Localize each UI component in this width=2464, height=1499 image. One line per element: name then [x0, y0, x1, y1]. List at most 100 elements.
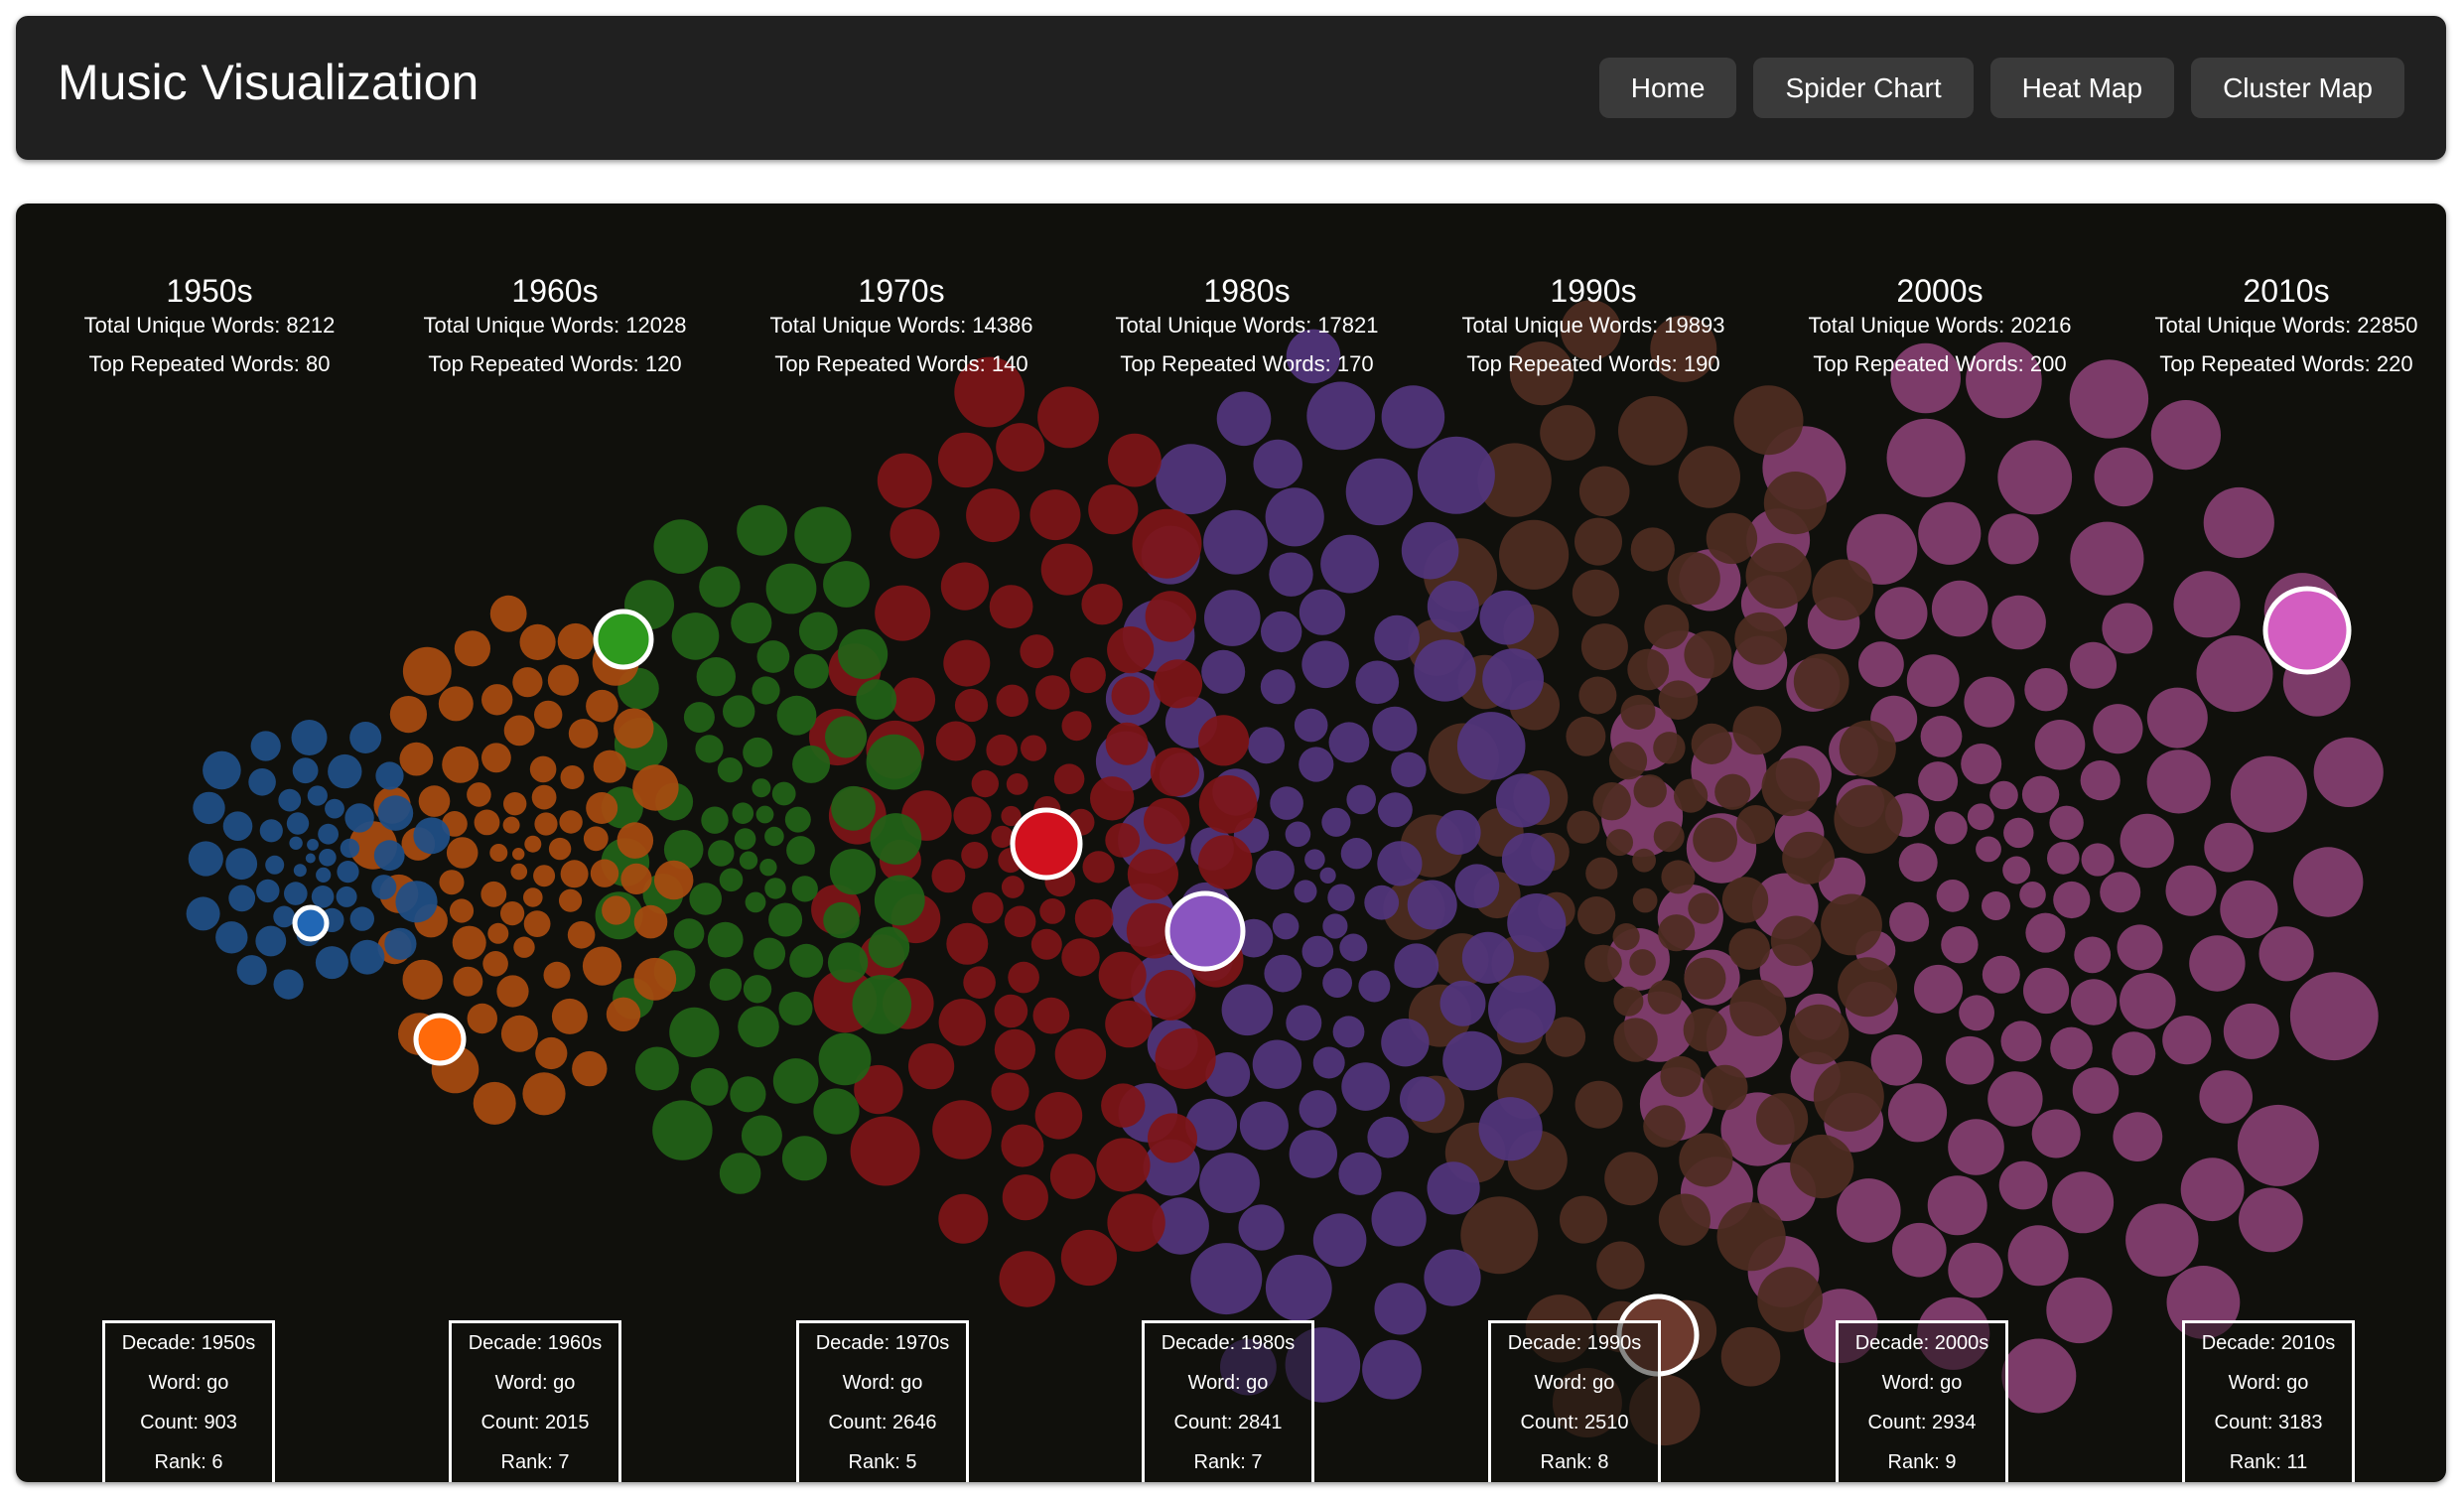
word-bubble[interactable]	[1540, 405, 1595, 461]
word-bubble[interactable]	[1029, 489, 1081, 541]
word-bubble[interactable]	[1001, 876, 1025, 898]
word-bubble[interactable]	[745, 891, 766, 913]
word-bubble[interactable]	[1355, 660, 1400, 705]
word-bubble[interactable]	[1340, 838, 1373, 870]
word-bubble[interactable]	[1920, 716, 1963, 757]
word-bubble[interactable]	[325, 798, 344, 819]
word-bubble[interactable]	[755, 805, 774, 824]
word-bubble[interactable]	[890, 508, 940, 559]
word-bubble[interactable]	[868, 926, 910, 969]
word-bubble[interactable]	[1714, 773, 1751, 810]
word-bubble[interactable]	[764, 826, 784, 847]
word-bubble[interactable]	[753, 937, 786, 970]
word-bubble[interactable]	[2094, 447, 2153, 507]
word-bubble[interactable]	[1238, 1204, 1285, 1251]
word-bubble[interactable]	[1578, 676, 1617, 715]
word-bubble[interactable]	[1239, 1101, 1289, 1151]
word-bubble[interactable]	[765, 563, 817, 614]
word-bubble[interactable]	[1580, 623, 1628, 671]
word-bubble[interactable]	[1150, 748, 1200, 797]
word-bubble[interactable]	[2259, 926, 2314, 982]
word-bubble[interactable]	[932, 1100, 992, 1159]
word-bubble[interactable]	[2003, 817, 2034, 849]
word-bubble[interactable]	[292, 757, 319, 784]
word-bubble[interactable]	[1053, 763, 1085, 794]
word-bubble[interactable]	[1608, 742, 1648, 780]
word-bubble[interactable]	[1606, 829, 1633, 857]
word-bubble[interactable]	[1294, 880, 1317, 903]
word-bubble[interactable]	[1060, 1229, 1117, 1287]
word-bubble[interactable]	[1082, 851, 1115, 884]
word-bubble[interactable]	[1683, 1008, 1727, 1052]
word-bubble[interactable]	[2072, 1067, 2120, 1114]
word-bubble[interactable]	[1674, 778, 1709, 813]
word-bubble[interactable]	[1265, 1255, 1332, 1321]
word-bubble[interactable]	[1253, 439, 1302, 489]
word-bubble[interactable]	[1789, 1004, 1849, 1065]
word-bubble[interactable]	[673, 918, 705, 949]
word-bubble[interactable]	[2293, 847, 2364, 917]
word-bubble[interactable]	[752, 778, 771, 798]
word-bubble[interactable]	[533, 865, 556, 887]
word-bubble[interactable]	[559, 810, 583, 834]
word-bubble[interactable]	[1319, 867, 1336, 885]
word-bubble[interactable]	[1362, 1339, 1422, 1400]
word-bubble[interactable]	[2223, 1003, 2279, 1059]
word-bubble[interactable]	[823, 901, 860, 939]
word-bubble[interactable]	[1414, 639, 1476, 702]
word-bubble[interactable]	[2021, 775, 2060, 813]
word-bubble[interactable]	[1567, 810, 1600, 844]
word-bubble[interactable]	[1456, 712, 1526, 780]
word-bubble[interactable]	[1613, 986, 1644, 1017]
word-bubble[interactable]	[418, 785, 451, 817]
word-bubble[interactable]	[935, 721, 976, 761]
word-bubble[interactable]	[1997, 440, 2073, 515]
word-bubble[interactable]	[590, 859, 619, 887]
word-bubble[interactable]	[1620, 695, 1656, 730]
word-bubble[interactable]	[1630, 527, 1675, 572]
word-bubble[interactable]	[402, 959, 443, 1001]
word-bubble[interactable]	[2239, 1187, 2303, 1253]
word-bubble[interactable]	[1734, 612, 1788, 665]
word-bubble[interactable]	[1644, 605, 1690, 649]
word-bubble[interactable]	[2146, 687, 2208, 749]
word-bubble[interactable]	[1069, 657, 1106, 694]
word-bubble[interactable]	[453, 966, 483, 997]
word-bubble[interactable]	[1270, 786, 1303, 820]
word-bubble[interactable]	[1918, 761, 1959, 802]
word-bubble[interactable]	[1272, 912, 1300, 940]
word-bubble[interactable]	[1030, 928, 1062, 960]
word-bubble[interactable]	[442, 746, 479, 783]
word-bubble[interactable]	[1261, 611, 1302, 653]
word-bubble[interactable]	[250, 731, 281, 761]
word-bubble[interactable]	[1720, 1326, 1781, 1387]
word-bubble[interactable]	[1945, 1035, 1994, 1085]
word-bubble[interactable]	[2053, 881, 2091, 919]
word-bubble[interactable]	[2162, 1016, 2212, 1065]
word-bubble[interactable]	[784, 806, 811, 833]
word-bubble[interactable]	[1442, 1030, 1502, 1091]
word-bubble[interactable]	[593, 750, 626, 783]
word-bubble[interactable]	[653, 519, 709, 574]
word-bubble[interactable]	[2313, 737, 2384, 808]
word-bubble[interactable]	[371, 875, 397, 900]
word-bubble[interactable]	[723, 695, 755, 728]
word-bubble[interactable]	[548, 837, 572, 861]
highlight-word-bubble-1960s[interactable]	[413, 1013, 467, 1066]
word-bubble[interactable]	[1201, 649, 1246, 694]
highlight-word-bubble-1970s[interactable]	[593, 609, 654, 670]
word-bubble[interactable]	[543, 961, 571, 989]
word-bubble[interactable]	[337, 861, 359, 884]
word-bubble[interactable]	[620, 863, 652, 895]
word-bubble[interactable]	[818, 1032, 872, 1086]
word-bubble[interactable]	[273, 905, 296, 928]
word-bubble[interactable]	[616, 822, 654, 859]
word-bubble[interactable]	[293, 864, 307, 878]
word-bubble[interactable]	[1032, 997, 1070, 1034]
word-bubble[interactable]	[1757, 1267, 1823, 1332]
word-bubble[interactable]	[510, 863, 528, 881]
word-bubble[interactable]	[829, 849, 877, 895]
word-bubble[interactable]	[1039, 898, 1066, 924]
word-bubble[interactable]	[567, 921, 596, 949]
word-bubble[interactable]	[1081, 584, 1123, 625]
